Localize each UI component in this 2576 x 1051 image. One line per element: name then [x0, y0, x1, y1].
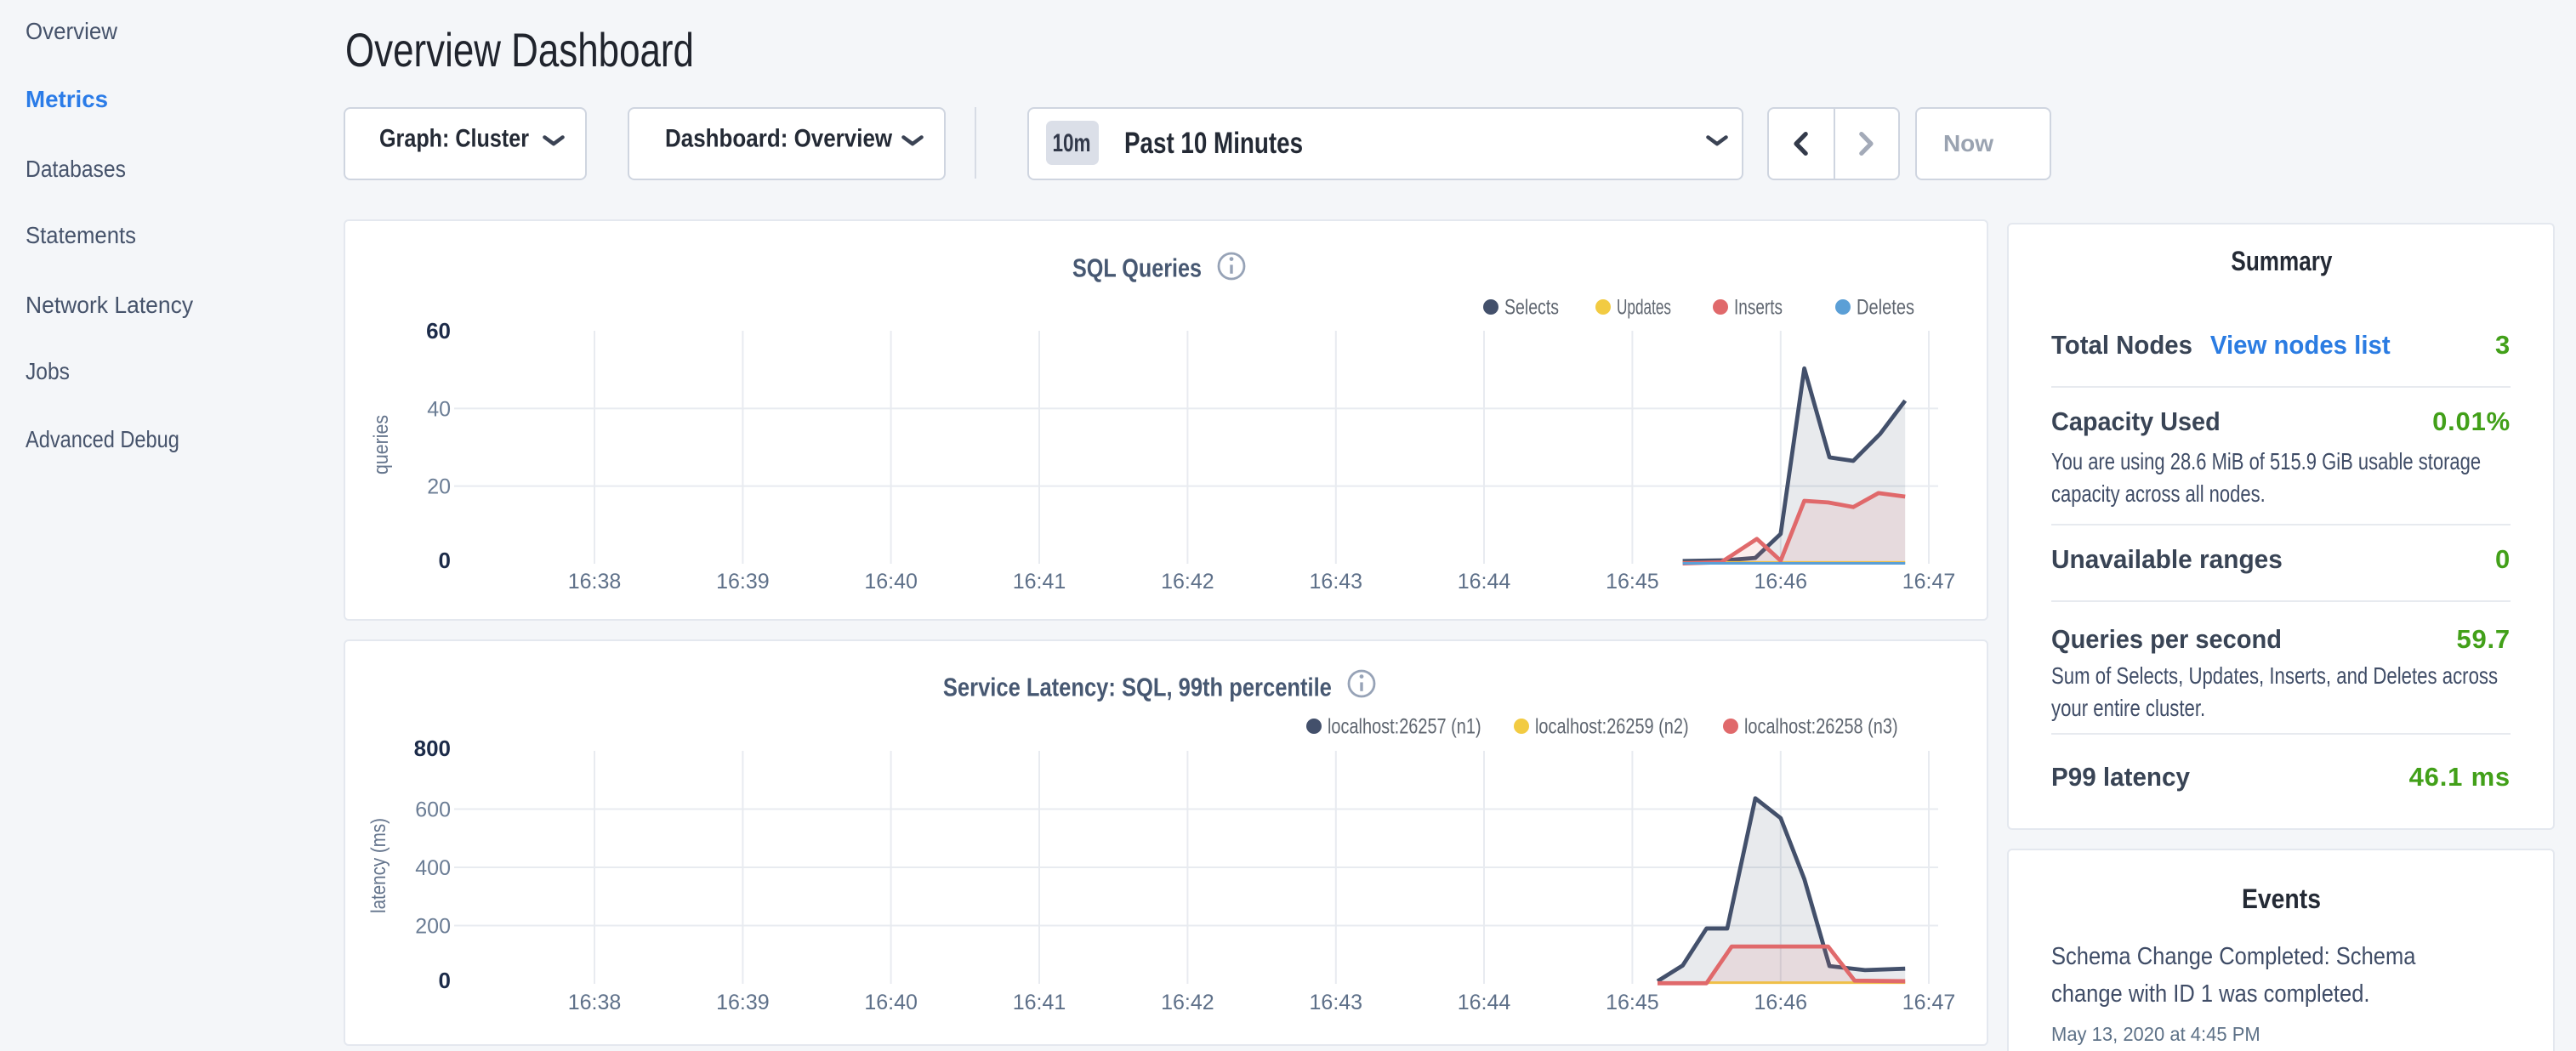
svg-text:0: 0: [439, 547, 451, 572]
svg-text:16:41: 16:41: [1013, 991, 1066, 1014]
svg-text:localhost:26259 (n2): localhost:26259 (n2): [1535, 715, 1689, 739]
svg-text:latency (ms): latency (ms): [367, 818, 390, 913]
svg-text:400: 400: [415, 856, 451, 880]
svg-text:16:38: 16:38: [568, 569, 622, 593]
svg-text:800: 800: [414, 736, 451, 761]
svg-text:Selects: Selects: [1504, 295, 1559, 319]
svg-text:16:42: 16:42: [1161, 991, 1214, 1014]
svg-text:16:39: 16:39: [716, 569, 770, 593]
svg-text:16:46: 16:46: [1754, 991, 1808, 1014]
svg-text:16:43: 16:43: [1310, 569, 1363, 593]
svg-text:40: 40: [427, 396, 451, 420]
svg-text:16:44: 16:44: [1458, 991, 1511, 1014]
svg-text:20: 20: [427, 474, 451, 498]
svg-text:600: 600: [415, 798, 451, 822]
svg-text:Inserts: Inserts: [1734, 295, 1783, 319]
svg-text:localhost:26257 (n1): localhost:26257 (n1): [1328, 715, 1481, 739]
svg-text:0: 0: [439, 968, 451, 993]
svg-text:16:44: 16:44: [1458, 569, 1511, 593]
svg-text:Deletes: Deletes: [1857, 295, 1914, 319]
svg-text:16:47: 16:47: [1902, 569, 1956, 593]
svg-text:60: 60: [426, 317, 451, 343]
svg-text:Service Latency: SQL, 99th per: Service Latency: SQL, 99th percentile: [943, 673, 1332, 702]
svg-text:localhost:26258 (n3): localhost:26258 (n3): [1744, 715, 1898, 739]
svg-text:16:38: 16:38: [568, 991, 622, 1014]
svg-text:16:39: 16:39: [716, 991, 770, 1014]
svg-text:16:45: 16:45: [1606, 991, 1659, 1014]
svg-text:16:40: 16:40: [864, 569, 918, 593]
svg-text:queries: queries: [370, 414, 393, 474]
svg-text:16:42: 16:42: [1161, 569, 1214, 593]
svg-text:SQL Queries: SQL Queries: [1072, 253, 1202, 282]
svg-text:16:47: 16:47: [1902, 991, 1956, 1014]
svg-text:16:43: 16:43: [1310, 991, 1363, 1014]
svg-text:16:45: 16:45: [1606, 569, 1659, 593]
svg-text:16:40: 16:40: [864, 991, 918, 1014]
svg-text:200: 200: [415, 915, 451, 939]
svg-text:16:41: 16:41: [1013, 569, 1066, 593]
svg-text:16:46: 16:46: [1754, 569, 1808, 593]
svg-text:Updates: Updates: [1617, 295, 1671, 319]
